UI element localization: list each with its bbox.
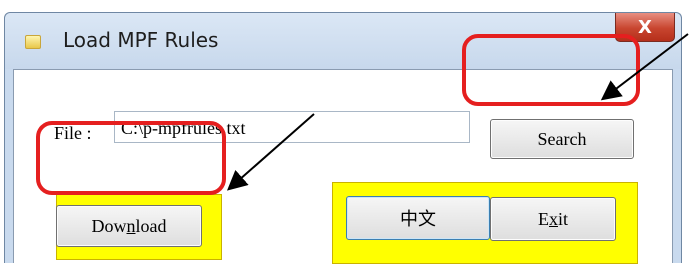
search-arrow [600,33,689,101]
download-arrow [226,113,315,191]
annotation-arrows [226,33,689,191]
